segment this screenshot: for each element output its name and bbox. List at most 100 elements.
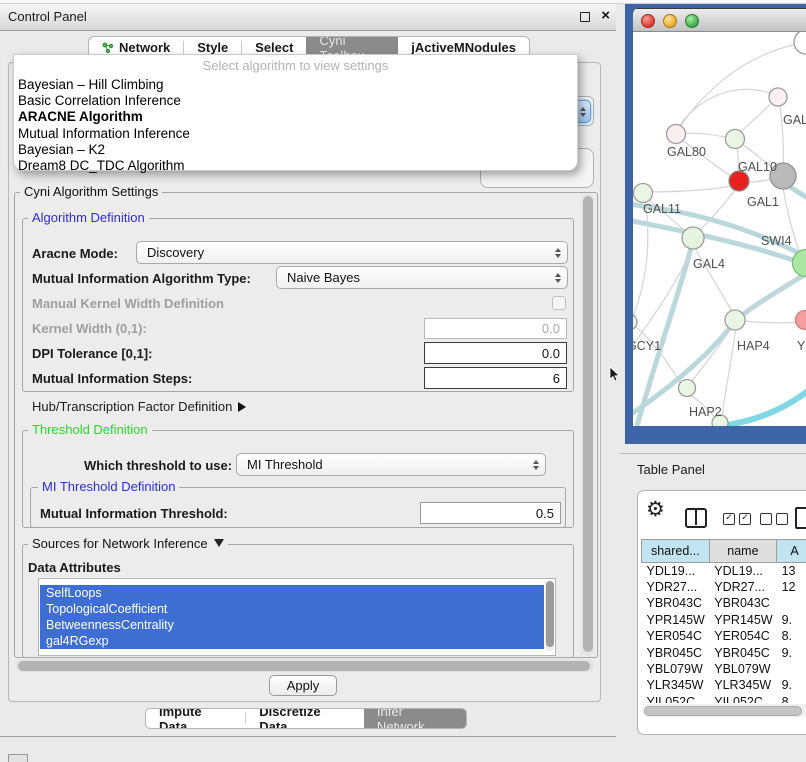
menu-item[interactable]: Bayesian – Hill Climbing [17, 77, 580, 93]
apply-button[interactable]: Apply [269, 675, 337, 696]
tab-discretize-data[interactable]: Discretize Data [246, 709, 364, 728]
checkbox-checked-icon[interactable]: ✓ [739, 513, 751, 525]
close-traffic-light-icon[interactable] [641, 14, 655, 28]
cell: YDL19... [709, 563, 776, 579]
cell: 9. [777, 644, 806, 660]
chevron-updown-icon [555, 248, 561, 258]
column-header[interactable]: A [777, 540, 806, 563]
node-label: GAL11 [643, 202, 681, 216]
list-item[interactable]: gal4RGexp [40, 633, 544, 649]
table-row[interactable]: YIL052C YIL052C 8. [642, 694, 806, 703]
aracne-mode-combo[interactable]: Discovery [136, 241, 568, 264]
table-row[interactable]: YBR043C YBR043C [642, 595, 806, 611]
close-icon[interactable]: × [601, 7, 610, 24]
new-document-icon[interactable] [795, 507, 806, 529]
data-attributes-list[interactable]: SelfLoops TopologicalCoefficient Between… [38, 578, 556, 656]
node-label: GAL80 [667, 145, 706, 159]
which-threshold-label: Which threshold to use: [84, 458, 232, 473]
network-labels: GAL GAL80 GAL10 GAL1 GAL11 SWI4 GAL4 GCY… [633, 113, 806, 419]
split-view-icon[interactable] [685, 508, 707, 528]
node-gal4[interactable] [682, 227, 704, 249]
node-label: Y [797, 339, 806, 353]
menu-item[interactable]: Mutual Information Inference [17, 126, 580, 142]
checkbox-unchecked-icon[interactable] [776, 513, 788, 525]
node[interactable] [794, 32, 806, 54]
cell: YBL079W [642, 661, 710, 677]
mi-threshold-field[interactable]: 0.5 [420, 502, 561, 524]
aracne-mode-label: Aracne Mode: [32, 246, 118, 261]
checkbox-unchecked-icon[interactable] [760, 513, 772, 525]
node-gal10[interactable] [726, 130, 745, 149]
float-window-icon[interactable] [580, 12, 590, 22]
kernel-width-field: 0.0 [424, 318, 567, 339]
tab-impute-data[interactable]: Impute Data [146, 709, 245, 728]
node-gal80[interactable] [667, 125, 686, 144]
dpi-tolerance-field[interactable]: 0.0 [424, 342, 567, 364]
mi-steps-value: 6 [553, 371, 560, 386]
node-gal11[interactable] [634, 184, 653, 203]
table-row[interactable]: YBL079W YBL079W [642, 661, 806, 677]
table-horizontal-scrollbar[interactable] [642, 704, 806, 717]
table-row[interactable]: YDR27... YDR27... 12 [642, 579, 806, 595]
node-label: GAL [783, 113, 806, 127]
list-item[interactable]: BetweennessCentrality [40, 617, 544, 633]
tab-network-label: Network [119, 40, 170, 55]
sources-legend[interactable]: Sources for Network Inference [28, 537, 228, 551]
disclosure-right-icon[interactable] [238, 402, 246, 412]
menu-item-selected[interactable]: ARACNE Algorithm [17, 109, 580, 125]
settings-horizontal-scrollbar[interactable] [16, 659, 594, 672]
mi-type-value: Naive Bayes [287, 270, 360, 285]
cell: 8. [777, 694, 806, 703]
control-panel-titlebar[interactable]: Control Panel × [0, 4, 616, 31]
table-row[interactable]: YDL19... YDL19... 13 [642, 563, 806, 579]
column-header-name[interactable]: name [709, 540, 776, 563]
mi-threshold-value: 0.5 [536, 506, 554, 521]
node-gal1[interactable] [729, 171, 749, 191]
mi-threshold-legend: MI Threshold Definition [38, 480, 179, 494]
mini-panel-button[interactable] [8, 754, 28, 762]
mi-type-label: Mutual Information Algorithm Type: [32, 271, 251, 286]
table-row[interactable]: YER054C YER054C 8. [642, 628, 806, 644]
list-scrollbar[interactable] [545, 581, 554, 651]
manual-kernel-checkbox [552, 296, 566, 310]
node-hap4[interactable] [725, 310, 745, 330]
column-header-shared-name[interactable]: shared... [642, 540, 710, 563]
which-threshold-combo[interactable]: MI Threshold [236, 453, 546, 476]
list-item[interactable]: TopologicalCoefficient [40, 601, 544, 617]
cell: 8. [777, 628, 806, 644]
tab-infer-network[interactable]: Infer Network [364, 709, 466, 728]
menu-item[interactable]: Dream8 DC_TDC Algorithm [17, 158, 580, 174]
network-canvas[interactable]: GAL GAL80 GAL10 GAL1 GAL11 SWI4 GAL4 GCY… [633, 32, 806, 426]
mi-type-combo[interactable]: Naive Bayes [276, 266, 568, 289]
cell: YLR345W [642, 677, 710, 693]
node-table: shared... name A YDL19... YDL19... 13 YD… [641, 539, 806, 703]
minimize-traffic-light-icon[interactable] [663, 14, 677, 28]
which-threshold-value: MI Threshold [247, 457, 323, 472]
network-window-titlebar[interactable] [633, 8, 806, 32]
kernel-width-label: Kernel Width (0,1): [32, 321, 147, 336]
checkbox-checked-icon[interactable]: ✓ [723, 513, 735, 525]
zoom-traffic-light-icon[interactable] [685, 14, 699, 28]
node-salmon[interactable] [796, 311, 806, 330]
node-hap2[interactable] [679, 380, 696, 397]
table-row[interactable]: YPR145W YPR145W 9. [642, 612, 806, 628]
node-label: GCY1 [633, 339, 661, 353]
table-row[interactable]: YLR345W YLR345W 9. [642, 677, 806, 693]
popup-item-list: Bayesian – Hill Climbing Basic Correlati… [17, 77, 580, 174]
mi-threshold-label: Mutual Information Threshold: [40, 506, 228, 521]
tab-impute-data-label: Impute Data [159, 708, 232, 729]
gear-icon[interactable]: ⚙ [646, 497, 665, 521]
list-item[interactable]: SelfLoops [40, 585, 544, 601]
mi-steps-field[interactable]: 6 [424, 367, 567, 389]
menu-item[interactable]: Bayesian – K2 [17, 142, 580, 158]
disclosure-down-icon[interactable] [214, 539, 224, 547]
cell: YDL19... [642, 563, 710, 579]
table-row[interactable]: YBR045C YBR045C 9. [642, 644, 806, 660]
algorithm-dropdown-popup: Select algorithm to view settings Bayesi… [13, 54, 578, 171]
hub-definition-toggle[interactable]: Hub/Transcription Factor Definition [32, 399, 246, 414]
menu-item[interactable]: Basic Correlation Inference [17, 93, 580, 109]
settings-vertical-scrollbar[interactable] [581, 194, 594, 656]
node[interactable] [769, 88, 787, 106]
screen: Control Panel × Network Style Select [0, 0, 806, 762]
data-attributes-label: Data Attributes [28, 560, 121, 575]
